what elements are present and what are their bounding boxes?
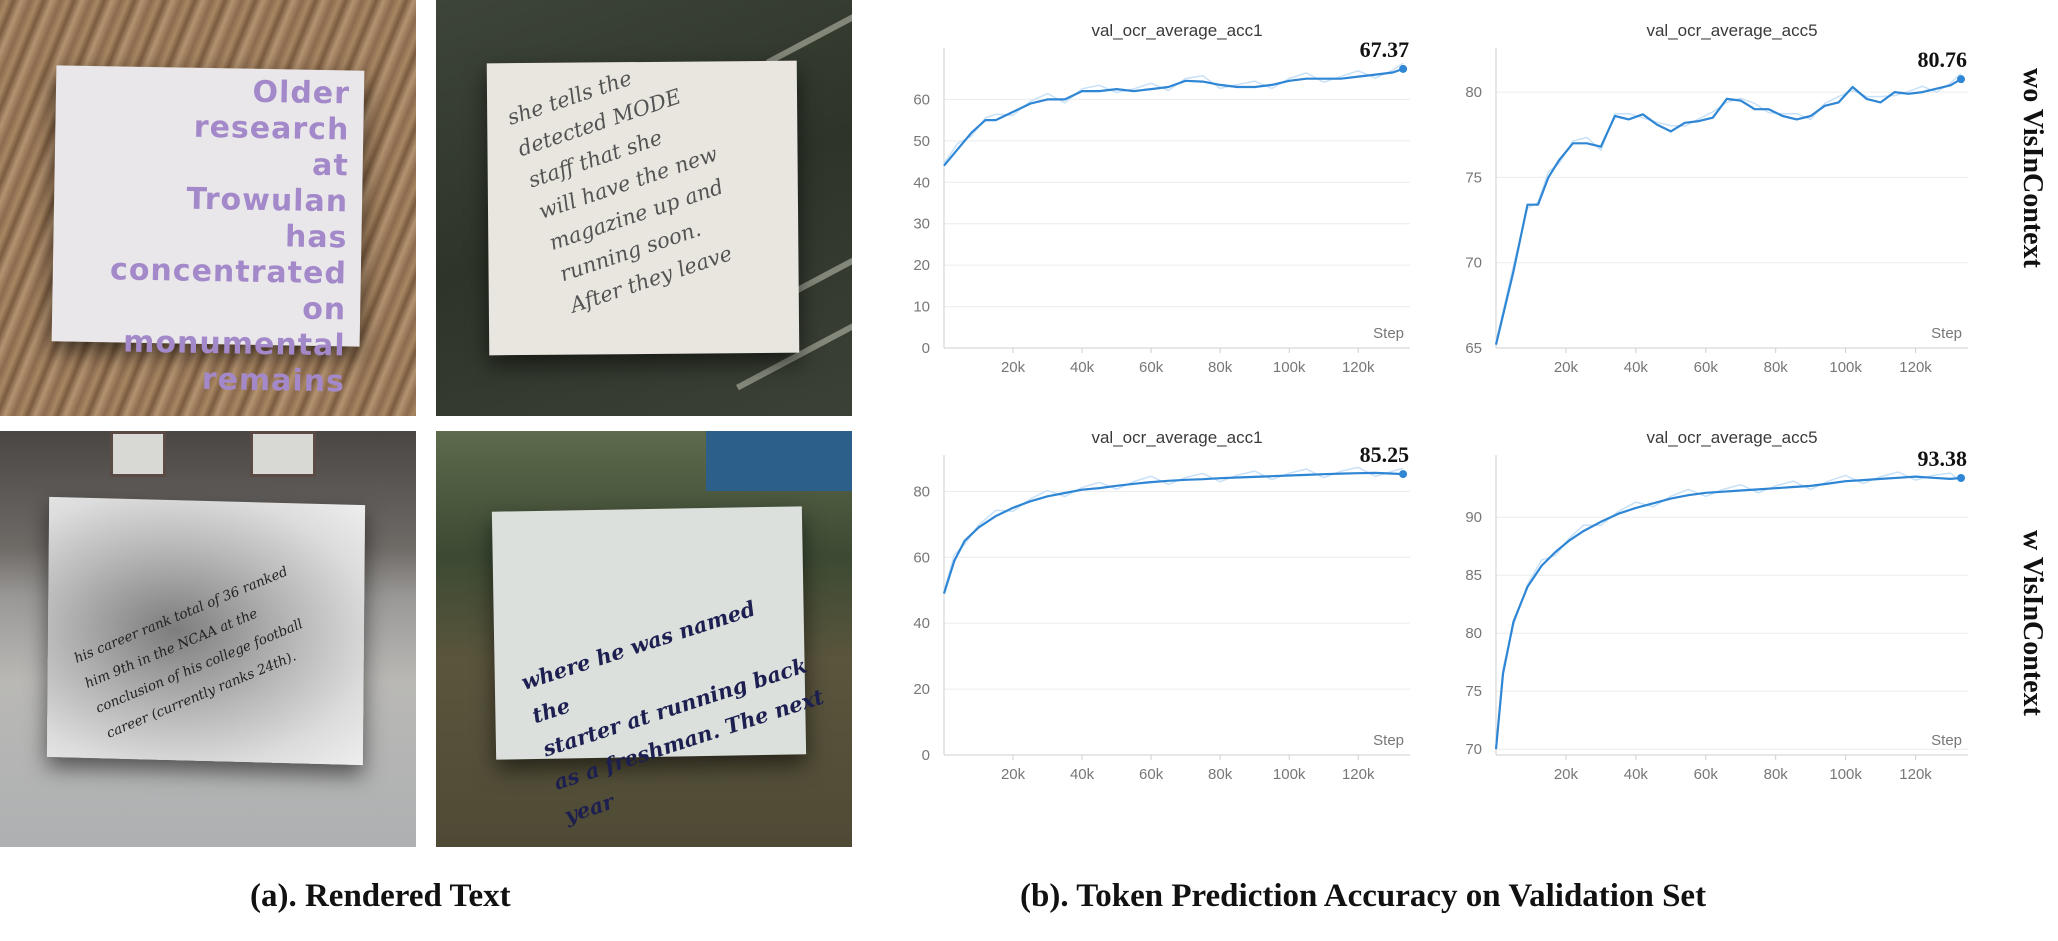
raw-series-line [1495, 72, 1962, 343]
y-tick-label: 60 [913, 91, 930, 108]
x-tick-label: 100k [1273, 766, 1306, 783]
final-value-label: 93.38 [1918, 446, 1968, 471]
final-value-label: 85.25 [1360, 442, 1410, 467]
y-tick-label: 20 [913, 681, 930, 698]
x-tick-label: 60k [1694, 766, 1719, 783]
caption-right: (b). Token Prediction Accuracy on Valida… [1020, 878, 1707, 914]
y-tick-label: 75 [1465, 169, 1482, 186]
y-tick-label: 80 [913, 483, 930, 500]
series-line [943, 67, 1404, 167]
raw-series-line [1495, 471, 1962, 747]
x-tick-label: 100k [1829, 766, 1862, 783]
sample-text: Older research at Trowulan has concentra… [109, 74, 351, 400]
y-tick-label: 0 [922, 747, 930, 764]
chart-title: val_ocr_average_acc5 [1646, 21, 1817, 40]
x-tick-label: 40k [1070, 766, 1095, 783]
x-axis-label: Step [1373, 732, 1404, 749]
row-label-wo: wo VisInContext [2017, 68, 2048, 268]
caption-left: (a). Rendered Text [250, 878, 511, 914]
x-tick-label: 40k [1624, 766, 1649, 783]
sample-text: where he was named the starter at runnin… [518, 595, 827, 828]
paper-note: where he was named the starter at runnin… [491, 506, 827, 828]
x-tick-label: 40k [1624, 359, 1649, 376]
y-tick-label: 50 [913, 133, 930, 150]
x-tick-label: 120k [1342, 359, 1375, 376]
y-tick-label: 80 [1465, 625, 1482, 642]
x-tick-label: 60k [1139, 359, 1164, 376]
y-tick-label: 70 [1465, 741, 1482, 758]
final-value-label: 80.76 [1918, 47, 1968, 72]
chart-acc1-wo-visincontext: val_ocr_average_acc1 0 10 20 30 40 50 60 20k 40k 6… [913, 21, 1410, 376]
chart-title: val_ocr_average_acc5 [1646, 428, 1817, 447]
paper-note: she tells the detected MODE staff that s… [486, 60, 800, 356]
x-tick-label: 20k [1001, 766, 1026, 783]
x-tick-label: 20k [1001, 359, 1026, 376]
x-tick-label: 80k [1764, 359, 1789, 376]
chart-acc1-w-visincontext: val_ocr_average_acc1 0 20 40 60 80 20k 40k 60k 80… [913, 428, 1410, 783]
chart-acc5-w-visincontext: val_ocr_average_acc5 70 75 80 85 90 20k 40k 60k 8… [1465, 428, 1968, 783]
background-stripe [766, 0, 852, 66]
y-tick-label: 85 [1465, 567, 1482, 584]
final-point [1399, 64, 1408, 73]
y-tick-label: 90 [1465, 509, 1482, 526]
x-tick-label: 60k [1694, 359, 1719, 376]
y-tick-label: 30 [913, 216, 930, 233]
x-tick-label: 100k [1829, 359, 1862, 376]
x-axis-label: Step [1931, 732, 1962, 749]
paper-note: Older research at Trowulan has concentra… [51, 65, 365, 399]
y-tick-label: 40 [913, 615, 930, 632]
x-tick-label: 120k [1342, 766, 1375, 783]
rendered-text-sample-1: Older research at Trowulan has concentra… [0, 0, 416, 416]
y-tick-label: 65 [1465, 340, 1482, 357]
y-tick-label: 75 [1465, 683, 1482, 700]
x-tick-label: 40k [1070, 359, 1095, 376]
background-container [706, 431, 852, 491]
chart-title: val_ocr_average_acc1 [1091, 428, 1262, 447]
chart-title: val_ocr_average_acc1 [1091, 21, 1262, 40]
paper-note: his career rank total of 36 ranked him 9… [46, 496, 366, 766]
background-window [250, 431, 316, 477]
y-tick-label: 70 [1465, 255, 1482, 272]
rendered-text-sample-3: his career rank total of 36 ranked him 9… [0, 431, 416, 847]
x-tick-label: 20k [1554, 766, 1579, 783]
chart-acc5-wo-visincontext: val_ocr_average_acc5 65 70 75 80 20k 40k 60k 80k… [1465, 21, 1968, 376]
final-value-label: 67.37 [1360, 37, 1410, 62]
final-point [1399, 470, 1408, 479]
x-tick-label: 80k [1208, 766, 1233, 783]
background-window [110, 431, 166, 477]
sample-text: his career rank total of 36 ranked him 9… [71, 563, 306, 742]
x-tick-label: 80k [1208, 359, 1233, 376]
sample-text: she tells the detected MODE staff that s… [504, 65, 736, 318]
y-tick-label: 20 [913, 257, 930, 274]
final-point [1957, 75, 1966, 84]
y-tick-label: 60 [913, 549, 930, 566]
rendered-text-sample-4: where he was named the starter at runnin… [436, 431, 852, 847]
x-tick-label: 100k [1273, 359, 1306, 376]
y-tick-label: 10 [913, 299, 930, 316]
x-axis-label: Step [1373, 325, 1404, 342]
series-line [1494, 78, 1962, 345]
x-tick-label: 80k [1764, 766, 1789, 783]
y-tick-label: 80 [1465, 84, 1482, 101]
row-label-w: w VisInContext [2017, 530, 2048, 716]
x-axis-label: Step [1931, 325, 1962, 342]
x-tick-label: 120k [1899, 766, 1932, 783]
x-tick-label: 120k [1899, 359, 1932, 376]
x-tick-label: 60k [1139, 766, 1164, 783]
final-point [1957, 473, 1966, 482]
y-tick-label: 40 [913, 174, 930, 191]
x-tick-label: 20k [1554, 359, 1579, 376]
y-tick-label: 0 [922, 340, 930, 357]
rendered-text-sample-2: she tells the detected MODE staff that s… [436, 0, 852, 416]
raw-series-line [943, 466, 1404, 592]
